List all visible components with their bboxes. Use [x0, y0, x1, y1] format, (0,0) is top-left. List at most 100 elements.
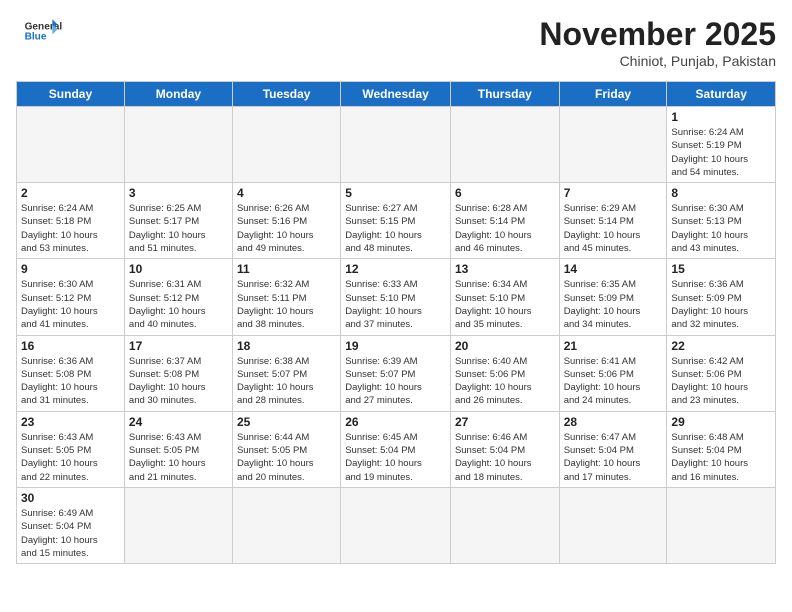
- weekday-header-friday: Friday: [559, 82, 667, 107]
- calendar-cell: [341, 107, 451, 183]
- day-info: Sunrise: 6:29 AMSunset: 5:14 PMDaylight:…: [564, 202, 663, 255]
- day-number: 2: [21, 186, 120, 200]
- day-number: 21: [564, 339, 663, 353]
- day-number: 15: [671, 262, 771, 276]
- day-number: 14: [564, 262, 663, 276]
- calendar-cell: [667, 487, 776, 563]
- day-info: Sunrise: 6:28 AMSunset: 5:14 PMDaylight:…: [455, 202, 555, 255]
- day-info: Sunrise: 6:37 AMSunset: 5:08 PMDaylight:…: [129, 355, 228, 408]
- day-number: 27: [455, 415, 555, 429]
- calendar-cell: 20Sunrise: 6:40 AMSunset: 5:06 PMDayligh…: [450, 335, 559, 411]
- calendar-cell: [450, 107, 559, 183]
- weekday-header-sunday: Sunday: [17, 82, 125, 107]
- calendar-table: SundayMondayTuesdayWednesdayThursdayFrid…: [16, 81, 776, 564]
- day-info: Sunrise: 6:32 AMSunset: 5:11 PMDaylight:…: [237, 278, 336, 331]
- day-info: Sunrise: 6:43 AMSunset: 5:05 PMDaylight:…: [129, 431, 228, 484]
- calendar-cell: 24 Sunrise: 6:43 AMSunset: 5:05 PMDayligh…: [124, 411, 232, 487]
- day-number: 8: [671, 186, 771, 200]
- day-info: Sunrise: 6:43 AMSunset: 5:05 PMDaylight:…: [21, 431, 120, 484]
- svg-text:General: General: [25, 21, 63, 32]
- calendar-cell: 9Sunrise: 6:30 AMSunset: 5:12 PMDaylight…: [17, 259, 125, 335]
- day-number: 1: [671, 110, 771, 124]
- day-info: Sunrise: 6:47 AMSunset: 5:04 PMDaylight:…: [564, 431, 663, 484]
- calendar-cell: 21Sunrise: 6:41 AMSunset: 5:06 PMDayligh…: [559, 335, 667, 411]
- day-info: Sunrise: 6:36 AMSunset: 5:09 PMDaylight:…: [671, 278, 771, 331]
- day-number: 29: [671, 415, 771, 429]
- calendar-cell: 8Sunrise: 6:30 AMSunset: 5:13 PMDaylight…: [667, 183, 776, 259]
- day-number: 18: [237, 339, 336, 353]
- calendar-cell: 3 Sunrise: 6:25 AMSunset: 5:17 PMDaylight…: [124, 183, 232, 259]
- calendar-week-row: 9Sunrise: 6:30 AMSunset: 5:12 PMDaylight…: [17, 259, 776, 335]
- day-info: Sunrise: 6:39 AMSunset: 5:07 PMDaylight:…: [345, 355, 446, 408]
- logo-icon: General Blue: [16, 18, 66, 42]
- day-number: 30: [21, 491, 120, 505]
- day-number: 16: [21, 339, 120, 353]
- day-info: Sunrise: 6:38 AMSunset: 5:07 PMDaylight:…: [237, 355, 336, 408]
- calendar-week-row: 30 Sunrise: 6:49 AMSunset: 5:04 PMDayligh…: [17, 487, 776, 563]
- calendar-cell: [341, 487, 451, 563]
- calendar-cell: 16 Sunrise: 6:36 AMSunset: 5:08 PMDayligh…: [17, 335, 125, 411]
- day-info: Sunrise: 6:44 AMSunset: 5:05 PMDaylight:…: [237, 431, 336, 484]
- weekday-header-thursday: Thursday: [450, 82, 559, 107]
- day-number: 25: [237, 415, 336, 429]
- calendar-cell: 7 Sunrise: 6:29 AMSunset: 5:14 PMDaylight…: [559, 183, 667, 259]
- day-info: Sunrise: 6:24 AMSunset: 5:18 PMDaylight:…: [21, 202, 120, 255]
- day-info: Sunrise: 6:33 AMSunset: 5:10 PMDaylight:…: [345, 278, 446, 331]
- svg-text:Blue: Blue: [25, 31, 47, 42]
- day-number: 7: [564, 186, 663, 200]
- day-info: Sunrise: 6:42 AMSunset: 5:06 PMDaylight:…: [671, 355, 771, 408]
- weekday-header-tuesday: Tuesday: [232, 82, 340, 107]
- weekday-header-monday: Monday: [124, 82, 232, 107]
- weekday-header-saturday: Saturday: [667, 82, 776, 107]
- calendar-cell: 22Sunrise: 6:42 AMSunset: 5:06 PMDayligh…: [667, 335, 776, 411]
- day-info: Sunrise: 6:46 AMSunset: 5:04 PMDaylight:…: [455, 431, 555, 484]
- calendar-week-row: 2 Sunrise: 6:24 AMSunset: 5:18 PMDaylight…: [17, 183, 776, 259]
- day-info: Sunrise: 6:48 AMSunset: 5:04 PMDaylight:…: [671, 431, 771, 484]
- calendar-cell: 2 Sunrise: 6:24 AMSunset: 5:18 PMDaylight…: [17, 183, 125, 259]
- calendar-cell: [450, 487, 559, 563]
- calendar-cell: [559, 487, 667, 563]
- day-number: 13: [455, 262, 555, 276]
- day-info: Sunrise: 6:36 AMSunset: 5:08 PMDaylight:…: [21, 355, 120, 408]
- day-info: Sunrise: 6:45 AMSunset: 5:04 PMDaylight:…: [345, 431, 446, 484]
- calendar-cell: 11 Sunrise: 6:32 AMSunset: 5:11 PMDayligh…: [232, 259, 340, 335]
- calendar-cell: 14 Sunrise: 6:35 AMSunset: 5:09 PMDayligh…: [559, 259, 667, 335]
- day-number: 4: [237, 186, 336, 200]
- day-number: 10: [129, 262, 228, 276]
- calendar-cell: [232, 487, 340, 563]
- day-info: Sunrise: 6:24 AMSunset: 5:19 PMDaylight:…: [671, 126, 771, 179]
- calendar-cell: 6 Sunrise: 6:28 AMSunset: 5:14 PMDaylight…: [450, 183, 559, 259]
- location: Chiniot, Punjab, Pakistan: [539, 53, 776, 69]
- title-block: November 2025 Chiniot, Punjab, Pakistan: [539, 16, 776, 69]
- day-info: Sunrise: 6:35 AMSunset: 5:09 PMDaylight:…: [564, 278, 663, 331]
- calendar-cell: 13 Sunrise: 6:34 AMSunset: 5:10 PMDayligh…: [450, 259, 559, 335]
- day-info: Sunrise: 6:40 AMSunset: 5:06 PMDaylight:…: [455, 355, 555, 408]
- calendar-week-row: 23Sunrise: 6:43 AMSunset: 5:05 PMDayligh…: [17, 411, 776, 487]
- calendar-cell: 17 Sunrise: 6:37 AMSunset: 5:08 PMDayligh…: [124, 335, 232, 411]
- calendar-cell: 26Sunrise: 6:45 AMSunset: 5:04 PMDayligh…: [341, 411, 451, 487]
- calendar-cell: 25 Sunrise: 6:44 AMSunset: 5:05 PMDayligh…: [232, 411, 340, 487]
- calendar-cell: 5Sunrise: 6:27 AMSunset: 5:15 PMDaylight…: [341, 183, 451, 259]
- calendar-cell: 19 Sunrise: 6:39 AMSunset: 5:07 PMDayligh…: [341, 335, 451, 411]
- calendar-week-row: 16 Sunrise: 6:36 AMSunset: 5:08 PMDayligh…: [17, 335, 776, 411]
- day-info: Sunrise: 6:31 AMSunset: 5:12 PMDaylight:…: [129, 278, 228, 331]
- day-number: 9: [21, 262, 120, 276]
- day-number: 17: [129, 339, 228, 353]
- day-info: Sunrise: 6:25 AMSunset: 5:17 PMDaylight:…: [129, 202, 228, 255]
- calendar-cell: 4 Sunrise: 6:26 AMSunset: 5:16 PMDaylight…: [232, 183, 340, 259]
- calendar-cell: 29 Sunrise: 6:48 AMSunset: 5:04 PMDayligh…: [667, 411, 776, 487]
- day-number: 11: [237, 262, 336, 276]
- day-number: 19: [345, 339, 446, 353]
- calendar-cell: [17, 107, 125, 183]
- day-number: 6: [455, 186, 555, 200]
- day-info: Sunrise: 6:26 AMSunset: 5:16 PMDaylight:…: [237, 202, 336, 255]
- day-info: Sunrise: 6:34 AMSunset: 5:10 PMDaylight:…: [455, 278, 555, 331]
- day-number: 28: [564, 415, 663, 429]
- day-number: 3: [129, 186, 228, 200]
- day-info: Sunrise: 6:49 AMSunset: 5:04 PMDaylight:…: [21, 507, 120, 560]
- calendar-cell: 23Sunrise: 6:43 AMSunset: 5:05 PMDayligh…: [17, 411, 125, 487]
- calendar-cell: 28 Sunrise: 6:47 AMSunset: 5:04 PMDayligh…: [559, 411, 667, 487]
- logo: General Blue: [16, 16, 66, 42]
- day-info: Sunrise: 6:27 AMSunset: 5:15 PMDaylight:…: [345, 202, 446, 255]
- day-number: 24: [129, 415, 228, 429]
